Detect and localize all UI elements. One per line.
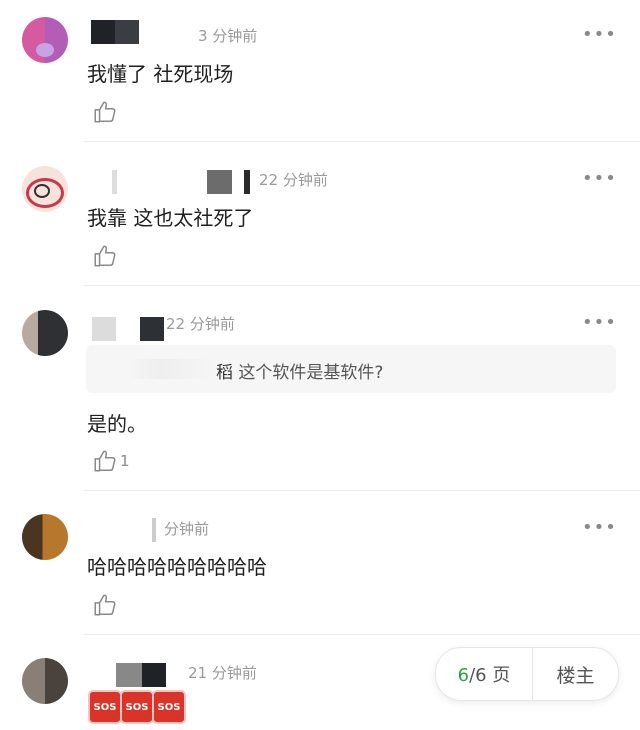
timestamp: 分钟前 [164,520,210,538]
avatar[interactable] [22,658,68,704]
thumbs-up-icon [94,594,116,616]
more-options-button[interactable]: ••• [582,26,617,44]
more-options-button[interactable]: ••• [582,170,617,188]
avatar[interactable] [22,17,68,63]
divider [84,634,640,635]
page-navigator: 6/6 页 楼主 [435,647,619,701]
comment-text: 我懂了 社死现场 [87,62,234,86]
timestamp: 21 分钟前 [188,664,257,682]
timestamp: 22 分钟前 [166,315,235,333]
divider [84,490,640,491]
original-poster-button[interactable]: 楼主 [533,661,618,688]
sos-emoji: SOS [120,690,154,724]
username[interactable] [92,170,252,194]
avatar[interactable] [22,514,68,560]
more-options-button[interactable]: ••• [582,314,617,332]
quoted-text: 稻 这个软件是基软件? [216,363,384,383]
comment-text: 我靠 这也太社死了 [87,206,254,230]
total-pages: /6 页 [469,665,511,686]
sos-emoji: SOS [88,690,122,724]
username[interactable] [91,20,139,44]
comment-text: 哈哈哈哈哈哈哈哈哈 [87,555,267,579]
like-button[interactable]: 1 [92,448,130,474]
avatar[interactable] [22,166,68,212]
comment-text: 是的。 [87,412,147,436]
timestamp: 3 分钟前 [198,27,258,45]
thumbs-up-icon [94,450,116,472]
thumbs-up-icon [94,245,116,267]
username[interactable] [92,518,158,542]
avatar[interactable] [22,310,68,356]
like-count: 1 [120,452,130,470]
page-indicator-button[interactable]: 6/6 页 [436,661,532,687]
sos-emoji: SOS [152,690,186,724]
like-button[interactable] [92,99,120,125]
divider [84,141,640,142]
username[interactable] [116,663,166,687]
current-page: 6 [457,665,470,686]
timestamp: 22 分钟前 [259,171,328,189]
like-button[interactable] [92,592,120,618]
more-options-button[interactable]: ••• [582,519,617,537]
like-button[interactable] [92,243,120,269]
thumbs-up-icon [94,101,116,123]
divider [84,285,640,286]
quoted-reply[interactable]: 稻 这个软件是基软件? [86,345,616,393]
username[interactable] [92,317,164,341]
quoted-username-blur [126,359,216,379]
